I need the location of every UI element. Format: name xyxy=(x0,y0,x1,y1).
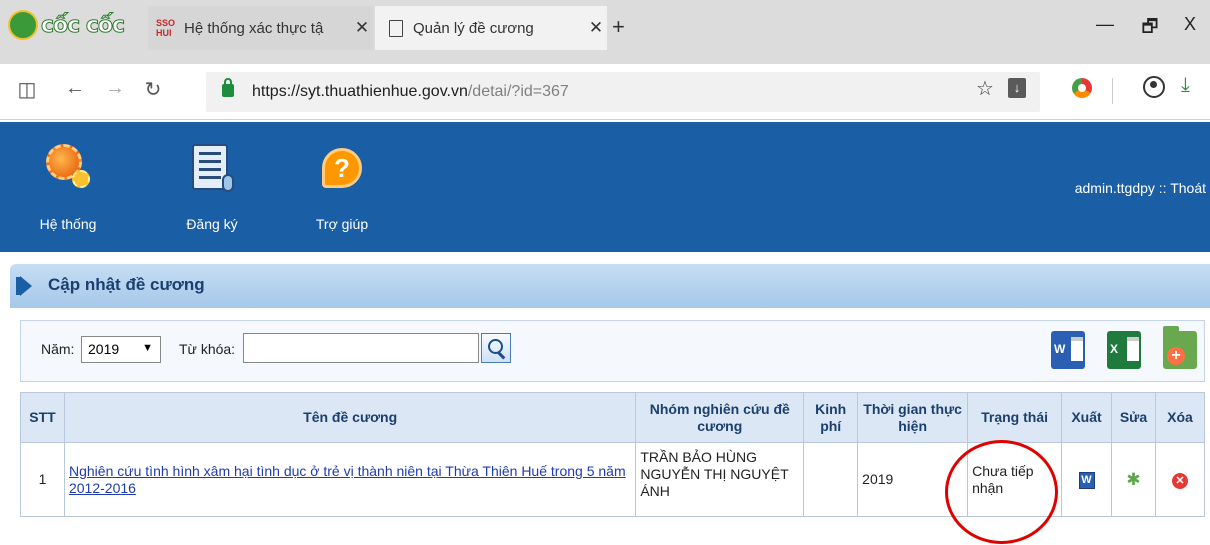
menu-label: Trợ giúp xyxy=(315,216,369,232)
tab-sso[interactable]: SSO HUI Hệ thống xác thực tậ ✕ xyxy=(148,6,373,50)
download-icon[interactable]: ⤓ xyxy=(1181,74,1190,97)
dropdown-caret-icon: ▼ xyxy=(142,342,153,354)
window-close-button[interactable]: X xyxy=(1175,14,1205,35)
cell-delete: ✕ xyxy=(1154,442,1206,517)
document-icon xyxy=(389,19,403,37)
reload-icon[interactable]: ↻ xyxy=(140,77,166,102)
divider xyxy=(1112,78,1113,104)
app-header: Hệ thống Đăng ký ? Trợ giúp admin.ttgdpy… xyxy=(0,122,1210,252)
close-icon[interactable]: ✕ xyxy=(585,18,607,38)
col-status: Trạng thái xyxy=(967,392,1063,443)
keyword-label: Từ khóa: xyxy=(179,341,236,357)
form-icon xyxy=(190,144,234,192)
account-icon[interactable] xyxy=(1143,76,1165,98)
sso-favicon-icon: SSO HUI xyxy=(156,18,176,38)
bookmark-star-icon[interactable]: ☆ xyxy=(976,76,994,101)
export-excel-icon[interactable]: X xyxy=(1107,331,1141,369)
export-word-icon[interactable]: W xyxy=(1051,331,1085,369)
keyword-input[interactable] xyxy=(243,333,479,363)
user-logout-link[interactable]: admin.ttgdpy :: Thoát xyxy=(1075,180,1206,196)
cell-export: W xyxy=(1061,442,1112,517)
cell-edit: ✱ xyxy=(1110,442,1156,517)
highlight-circle xyxy=(945,440,1058,544)
forward-icon[interactable]: → xyxy=(102,77,128,100)
cell-group: TRẦN BẢO HÙNG NGUYỄN THỊ NGUYỆT ÁNH xyxy=(635,442,805,517)
help-icon: ? xyxy=(320,144,364,192)
back-icon[interactable]: ← xyxy=(62,77,88,100)
panel-title: Cập nhật đề cương xyxy=(48,275,205,294)
year-label: Năm: xyxy=(41,341,75,357)
search-button[interactable] xyxy=(481,333,511,363)
gear-icon xyxy=(46,144,90,192)
tab-title: Quản lý đề cương xyxy=(413,19,534,37)
col-edit: Sửa xyxy=(1110,392,1156,443)
cell-stt: 1 xyxy=(20,442,65,517)
export-word-icon[interactable]: W xyxy=(1078,472,1095,489)
coccoc-logo-icon xyxy=(8,10,38,40)
cell-budget xyxy=(803,442,859,517)
new-tab-button[interactable]: + xyxy=(612,14,625,40)
filter-bar: Năm: 2019 ▼ Từ khóa: W X xyxy=(20,320,1205,382)
menu-label: Hệ thống xyxy=(39,216,97,232)
add-folder-icon[interactable] xyxy=(1163,326,1197,369)
browser-tabbar: cốc cốc SSO HUI Hệ thống xác thực tậ ✕ Q… xyxy=(0,0,1210,64)
coccoc-logo[interactable]: cốc cốc xyxy=(8,6,148,44)
url-field[interactable]: https://syt.thuathienhue.gov.vn/detai/?i… xyxy=(206,72,1040,112)
table-header-row: STT Tên đề cương Nhóm nghiên cứu đề cươn… xyxy=(20,392,1206,443)
logo-text: cốc cốc xyxy=(40,12,125,38)
edit-icon[interactable]: ✱ xyxy=(1126,471,1140,488)
sidebar-icon[interactable]: ◫ xyxy=(14,77,40,102)
year-select[interactable]: 2019 ▼ xyxy=(81,336,161,363)
menu-label: Đăng ký xyxy=(186,216,238,232)
extension-icon[interactable] xyxy=(1072,78,1092,98)
cell-title: Nghiên cứu tình hình xâm hại tình dục ở … xyxy=(63,442,637,517)
tab-de-cuong[interactable]: Quản lý đề cương ✕ xyxy=(375,6,607,50)
arrow-right-icon xyxy=(16,276,32,296)
col-group: Nhóm nghiên cứu đề cương xyxy=(635,392,805,443)
minimize-button[interactable]: — xyxy=(1090,14,1120,35)
address-bar: ◫ ← → ↻ https://syt.thuathienhue.gov.vn/… xyxy=(0,64,1210,120)
col-export: Xuất xyxy=(1061,392,1112,443)
save-page-icon[interactable]: ↓ xyxy=(1008,78,1026,98)
col-budget: Kinh phí xyxy=(803,392,859,443)
col-title: Tên đề cương xyxy=(63,392,637,443)
menu-he-thong[interactable]: Hệ thống xyxy=(28,144,108,232)
menu-dang-ky[interactable]: Đăng ký xyxy=(172,144,252,232)
delete-icon[interactable]: ✕ xyxy=(1171,472,1188,489)
close-icon[interactable]: ✕ xyxy=(351,18,373,38)
panel-header: Cập nhật đề cương xyxy=(10,264,1210,308)
col-time: Thời gian thực hiện xyxy=(857,392,969,443)
col-delete: Xóa xyxy=(1154,392,1206,443)
col-stt: STT xyxy=(20,392,65,443)
lock-icon xyxy=(222,78,234,97)
tab-title: Hệ thống xác thực tậ xyxy=(184,19,324,37)
restore-button[interactable]: 🗗 xyxy=(1135,14,1165,44)
outline-title-link[interactable]: Nghiên cứu tình hình xâm hại tình dục ở … xyxy=(69,463,626,496)
url-text[interactable]: https://syt.thuathienhue.gov.vn/detai/?i… xyxy=(252,83,569,101)
menu-tro-giup[interactable]: ? Trợ giúp xyxy=(302,144,382,232)
